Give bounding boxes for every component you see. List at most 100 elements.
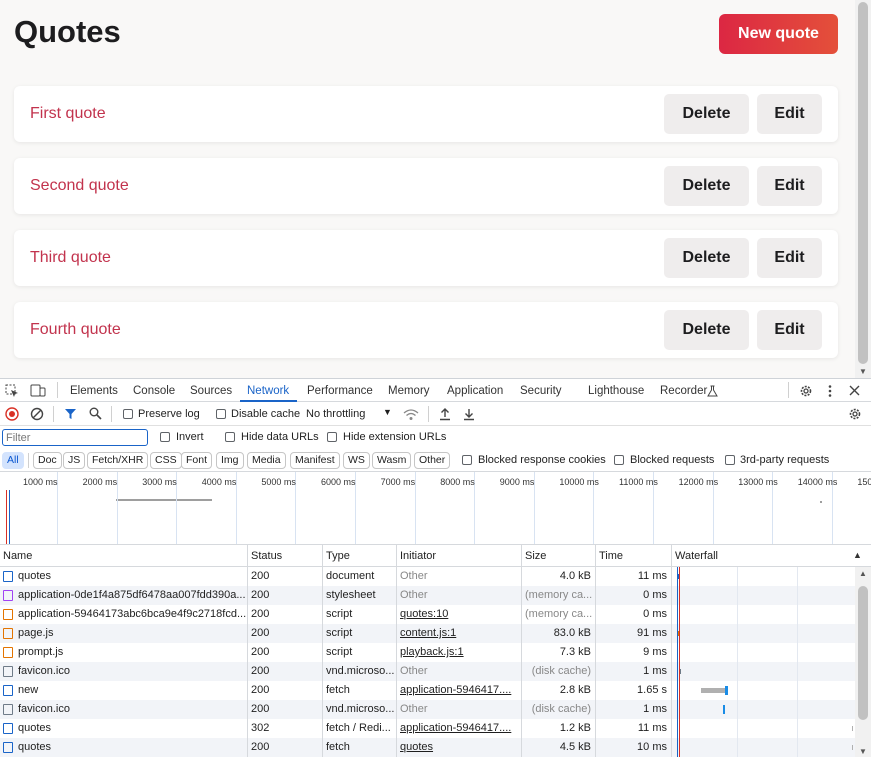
hide-extension-urls-checkbox[interactable] (327, 432, 337, 442)
edit-button[interactable]: Edit (757, 166, 822, 206)
request-name-cell[interactable]: quotes (0, 567, 248, 586)
delete-button[interactable]: Delete (664, 238, 749, 278)
page-scrollbar[interactable]: ▼ (855, 0, 871, 378)
type-filter-media[interactable]: Media (247, 452, 286, 469)
network-overview-timeline[interactable]: 1000 ms 2000 ms 3000 ms 4000 ms 5000 ms 6000 … (0, 472, 871, 545)
request-row[interactable]: application-0de1f4a875df6478aa007fdd390a… (0, 586, 855, 605)
column-header-time[interactable]: Time (596, 545, 672, 567)
page-scrollbar-thumb[interactable] (858, 2, 868, 364)
request-initiator-cell[interactable]: playback.js:1 (397, 643, 522, 662)
chevron-down-icon[interactable]: ▼ (383, 407, 392, 417)
request-initiator-cell[interactable]: application-5946417.... (397, 681, 522, 700)
request-row[interactable]: page.js 200 script content.js:1 83.0 kB 91 ms (0, 624, 855, 643)
request-initiator-cell[interactable]: quotes (397, 738, 522, 757)
type-filter-css[interactable]: CSS (150, 452, 182, 469)
tab-network[interactable]: Network (247, 385, 289, 397)
request-name-cell[interactable]: quotes (0, 738, 248, 757)
column-header-initiator[interactable]: Initiator (397, 545, 522, 567)
request-initiator-cell[interactable]: content.js:1 (397, 624, 522, 643)
delete-button[interactable]: Delete (664, 166, 749, 206)
blocked-requests-checkbox[interactable] (614, 455, 624, 465)
tab-elements[interactable]: Elements (70, 385, 118, 397)
export-download-icon[interactable] (463, 407, 475, 421)
tab-application[interactable]: Application (447, 385, 503, 397)
network-settings-gear-icon[interactable] (848, 407, 862, 421)
scroll-down-arrow-icon[interactable]: ▼ (859, 747, 867, 756)
clear-icon[interactable] (30, 407, 44, 421)
preserve-log-checkbox[interactable] (123, 409, 133, 419)
hide-data-urls-checkbox[interactable] (225, 432, 235, 442)
third-party-requests-checkbox[interactable] (725, 455, 735, 465)
request-initiator-cell[interactable]: quotes:10 (397, 605, 522, 624)
quote-link[interactable]: Fourth quote (30, 321, 121, 339)
edit-button[interactable]: Edit (757, 310, 822, 350)
type-filter-fetch-xhr[interactable]: Fetch/XHR (87, 452, 149, 469)
request-name-cell[interactable]: application-59464173abc6bca9e4f9c2718fcd… (0, 605, 248, 624)
request-row[interactable]: prompt.js 200 script playback.js:1 7.3 kB 9 m… (0, 643, 855, 662)
request-initiator-cell[interactable]: application-5946417.... (397, 719, 522, 738)
table-scrollbar[interactable]: ▲ ▼ (855, 567, 871, 757)
type-filter-img[interactable]: Img (216, 452, 244, 469)
request-name-cell[interactable]: favicon.ico (0, 700, 248, 719)
request-row[interactable]: application-59464173abc6bca9e4f9c2718fcd… (0, 605, 855, 624)
column-header-waterfall[interactable]: Waterfall (672, 545, 871, 567)
column-header-type[interactable]: Type (323, 545, 397, 567)
request-row[interactable]: new 200 fetch application-5946417.... 2.8 kB… (0, 681, 855, 700)
request-name-cell[interactable]: quotes (0, 719, 248, 738)
tab-lighthouse[interactable]: Lighthouse (588, 385, 644, 397)
edit-button[interactable]: Edit (757, 94, 822, 134)
column-header-status[interactable]: Status (248, 545, 323, 567)
type-filter-ws[interactable]: WS (343, 452, 370, 469)
throttling-select[interactable]: No throttling (306, 408, 365, 420)
filter-input[interactable] (2, 429, 148, 446)
record-stop-icon[interactable] (5, 407, 19, 421)
tab-security[interactable]: Security (520, 385, 562, 397)
scroll-up-arrow-icon[interactable]: ▲ (859, 569, 867, 578)
device-toolbar-icon[interactable] (30, 384, 46, 398)
delete-button[interactable]: Delete (664, 310, 749, 350)
request-name-cell[interactable]: application-0de1f4a875df6478aa007fdd390a… (0, 586, 248, 605)
search-icon[interactable] (89, 407, 102, 420)
network-conditions-icon[interactable] (403, 408, 419, 421)
sort-ascending-icon[interactable]: ▲ (853, 550, 862, 560)
blocked-response-cookies-checkbox[interactable] (462, 455, 472, 465)
request-row[interactable]: favicon.ico 200 vnd.microso... Other (disk c… (0, 662, 855, 681)
request-row[interactable]: quotes 302 fetch / Redi... application-5946… (0, 719, 855, 738)
disable-cache-checkbox[interactable] (216, 409, 226, 419)
type-filter-doc[interactable]: Doc (33, 452, 62, 469)
type-filter-all[interactable]: All (2, 452, 24, 469)
quote-link[interactable]: Second quote (30, 177, 129, 195)
delete-button[interactable]: Delete (664, 94, 749, 134)
table-scrollbar-thumb[interactable] (858, 586, 868, 720)
quote-link[interactable]: First quote (30, 105, 106, 123)
type-filter-font[interactable]: Font (181, 452, 213, 469)
inspect-element-icon[interactable] (5, 384, 19, 398)
tab-recorder[interactable]: Recorder (660, 385, 707, 397)
request-row[interactable]: favicon.ico 200 vnd.microso... Other (disk c… (0, 700, 855, 719)
request-name-cell[interactable]: favicon.ico (0, 662, 248, 681)
tab-performance[interactable]: Performance (307, 385, 373, 397)
request-row[interactable]: quotes 200 document Other 4.0 kB 11 ms (0, 567, 855, 586)
request-name-cell[interactable]: new (0, 681, 248, 700)
more-options-icon[interactable] (826, 384, 834, 398)
request-name-cell[interactable]: prompt.js (0, 643, 248, 662)
column-header-size[interactable]: Size (522, 545, 596, 567)
settings-gear-icon[interactable] (799, 384, 813, 398)
request-name-cell[interactable]: page.js (0, 624, 248, 643)
tab-console[interactable]: Console (133, 385, 175, 397)
import-upload-icon[interactable] (439, 407, 451, 421)
request-row[interactable]: quotes 200 fetch quotes 4.5 kB 10 ms (0, 738, 855, 757)
edit-button[interactable]: Edit (757, 238, 822, 278)
new-quote-button[interactable]: New quote (719, 14, 838, 54)
type-filter-wasm[interactable]: Wasm (372, 452, 412, 469)
filter-funnel-icon[interactable] (64, 408, 77, 420)
column-header-name[interactable]: Name (0, 545, 248, 567)
type-filter-other[interactable]: Other (414, 452, 451, 469)
scroll-down-arrow-icon[interactable]: ▼ (859, 367, 867, 376)
close-icon[interactable] (849, 385, 860, 396)
type-filter-js[interactable]: JS (63, 452, 86, 469)
type-filter-manifest[interactable]: Manifest (290, 452, 340, 469)
tab-memory[interactable]: Memory (388, 385, 430, 397)
quote-link[interactable]: Third quote (30, 249, 111, 267)
invert-checkbox[interactable] (160, 432, 170, 442)
